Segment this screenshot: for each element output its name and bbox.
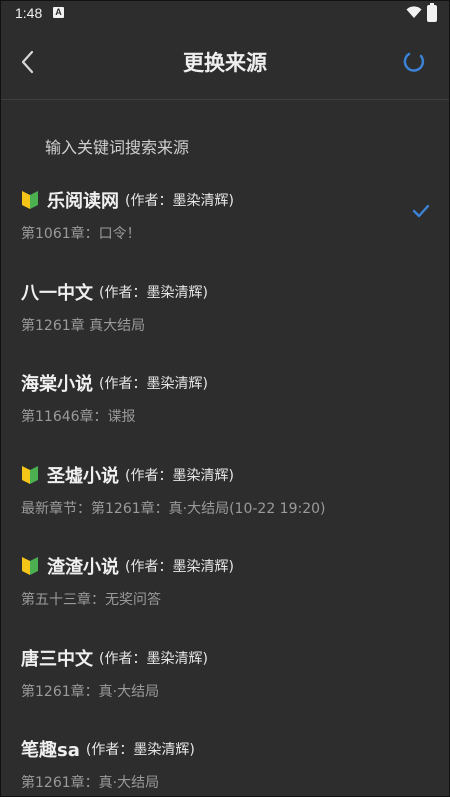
toolbar: 更换来源 bbox=[1, 27, 449, 100]
list-item[interactable]: 八一中文 (作者：墨染清辉) 第1261章 真大结局 bbox=[1, 265, 449, 357]
list-item[interactable]: 唐三中文 (作者：墨染清辉) 第1261章：真·大结局 bbox=[1, 631, 449, 723]
latest-chapter: 最新章节：第1261章：真·大结局(10-22 19:20) bbox=[21, 500, 326, 517]
source-title-row: 唐三中文 (作者：墨染清辉) bbox=[21, 645, 208, 671]
check-icon bbox=[412, 204, 430, 218]
source-name: 八一中文 bbox=[21, 282, 93, 304]
source-title-row: 乐阅读网 (作者：墨染清辉) bbox=[21, 187, 234, 213]
latest-chapter: 第1061章：口令！ bbox=[21, 226, 141, 242]
page-title: 更换来源 bbox=[183, 51, 267, 75]
source-author: (作者：墨染清辉) bbox=[125, 193, 234, 209]
source-author: (作者：墨染清辉) bbox=[99, 284, 208, 301]
source-title-row: 圣墟小说 (作者：墨染清辉) bbox=[21, 462, 234, 488]
list-item[interactable]: 笔趣sa (作者：墨染清辉) 第1261章：真·大结局 bbox=[1, 722, 449, 796]
notification-icon: A bbox=[53, 7, 64, 18]
refresh-spinner-icon[interactable] bbox=[401, 49, 427, 75]
wifi-icon bbox=[406, 6, 422, 18]
source-title-row: 笔趣sa (作者：墨染清辉) bbox=[21, 736, 195, 762]
source-name: 海棠小说 bbox=[21, 374, 93, 395]
list-item[interactable]: 圣墟小说 (作者：墨染清辉) 最新章节：第1261章：真·大结局(10-22 19:… bbox=[1, 448, 449, 540]
list-item[interactable]: 海棠小说 (作者：墨染清辉) 第11646章：谍报 bbox=[1, 356, 449, 448]
latest-chapter: 第1261章 真大结局 bbox=[21, 317, 146, 334]
app-screen: 1:48 A 更换来源 乐阅读网 (作者：墨染清辉) 第1061章：口令！ 八一中文 (… bbox=[0, 0, 450, 797]
beginner-mark-icon bbox=[22, 191, 38, 209]
beginner-mark-icon bbox=[22, 557, 38, 575]
source-title-row: 渣渣小说 (作者：墨染清辉) bbox=[21, 553, 234, 579]
source-name: 笔趣sa bbox=[21, 740, 80, 761]
source-author: (作者：墨染清辉) bbox=[85, 742, 195, 758]
search-input[interactable] bbox=[43, 133, 427, 161]
latest-chapter: 第1261章：真·大结局 bbox=[21, 683, 160, 700]
source-author: (作者：墨染清辉) bbox=[125, 467, 234, 484]
latest-chapter: 第五十三章：无奖问答 bbox=[21, 592, 161, 608]
source-author: (作者：墨染清辉) bbox=[125, 559, 234, 575]
source-name: 唐三中文 bbox=[21, 648, 93, 670]
source-title-row: 海棠小说 (作者：墨染清辉) bbox=[21, 370, 208, 396]
source-title-row: 八一中文 (作者：墨染清辉) bbox=[21, 279, 208, 305]
source-name: 渣渣小说 bbox=[47, 557, 119, 578]
source-author: (作者：墨染清辉) bbox=[99, 376, 208, 392]
beginner-mark-icon bbox=[22, 465, 38, 484]
list-item[interactable]: 渣渣小说 (作者：墨染清辉) 第五十三章：无奖问答 bbox=[1, 539, 449, 631]
source-author: (作者：墨染清辉) bbox=[99, 650, 208, 667]
battery-icon bbox=[427, 3, 437, 22]
source-name: 圣墟小说 bbox=[47, 465, 119, 487]
status-time: 1:48 bbox=[15, 5, 43, 21]
status-bar: 1:48 A bbox=[1, 1, 449, 27]
source-name: 乐阅读网 bbox=[47, 191, 119, 212]
list-item[interactable]: 乐阅读网 (作者：墨染清辉) 第1061章：口令！ bbox=[1, 173, 449, 265]
latest-chapter: 第11646章：谍报 bbox=[21, 409, 136, 425]
latest-chapter: 第1261章：真·大结局 bbox=[21, 775, 160, 791]
source-list: 乐阅读网 (作者：墨染清辉) 第1061章：口令！ 八一中文 (作者：墨染清辉) 第126… bbox=[1, 173, 449, 796]
